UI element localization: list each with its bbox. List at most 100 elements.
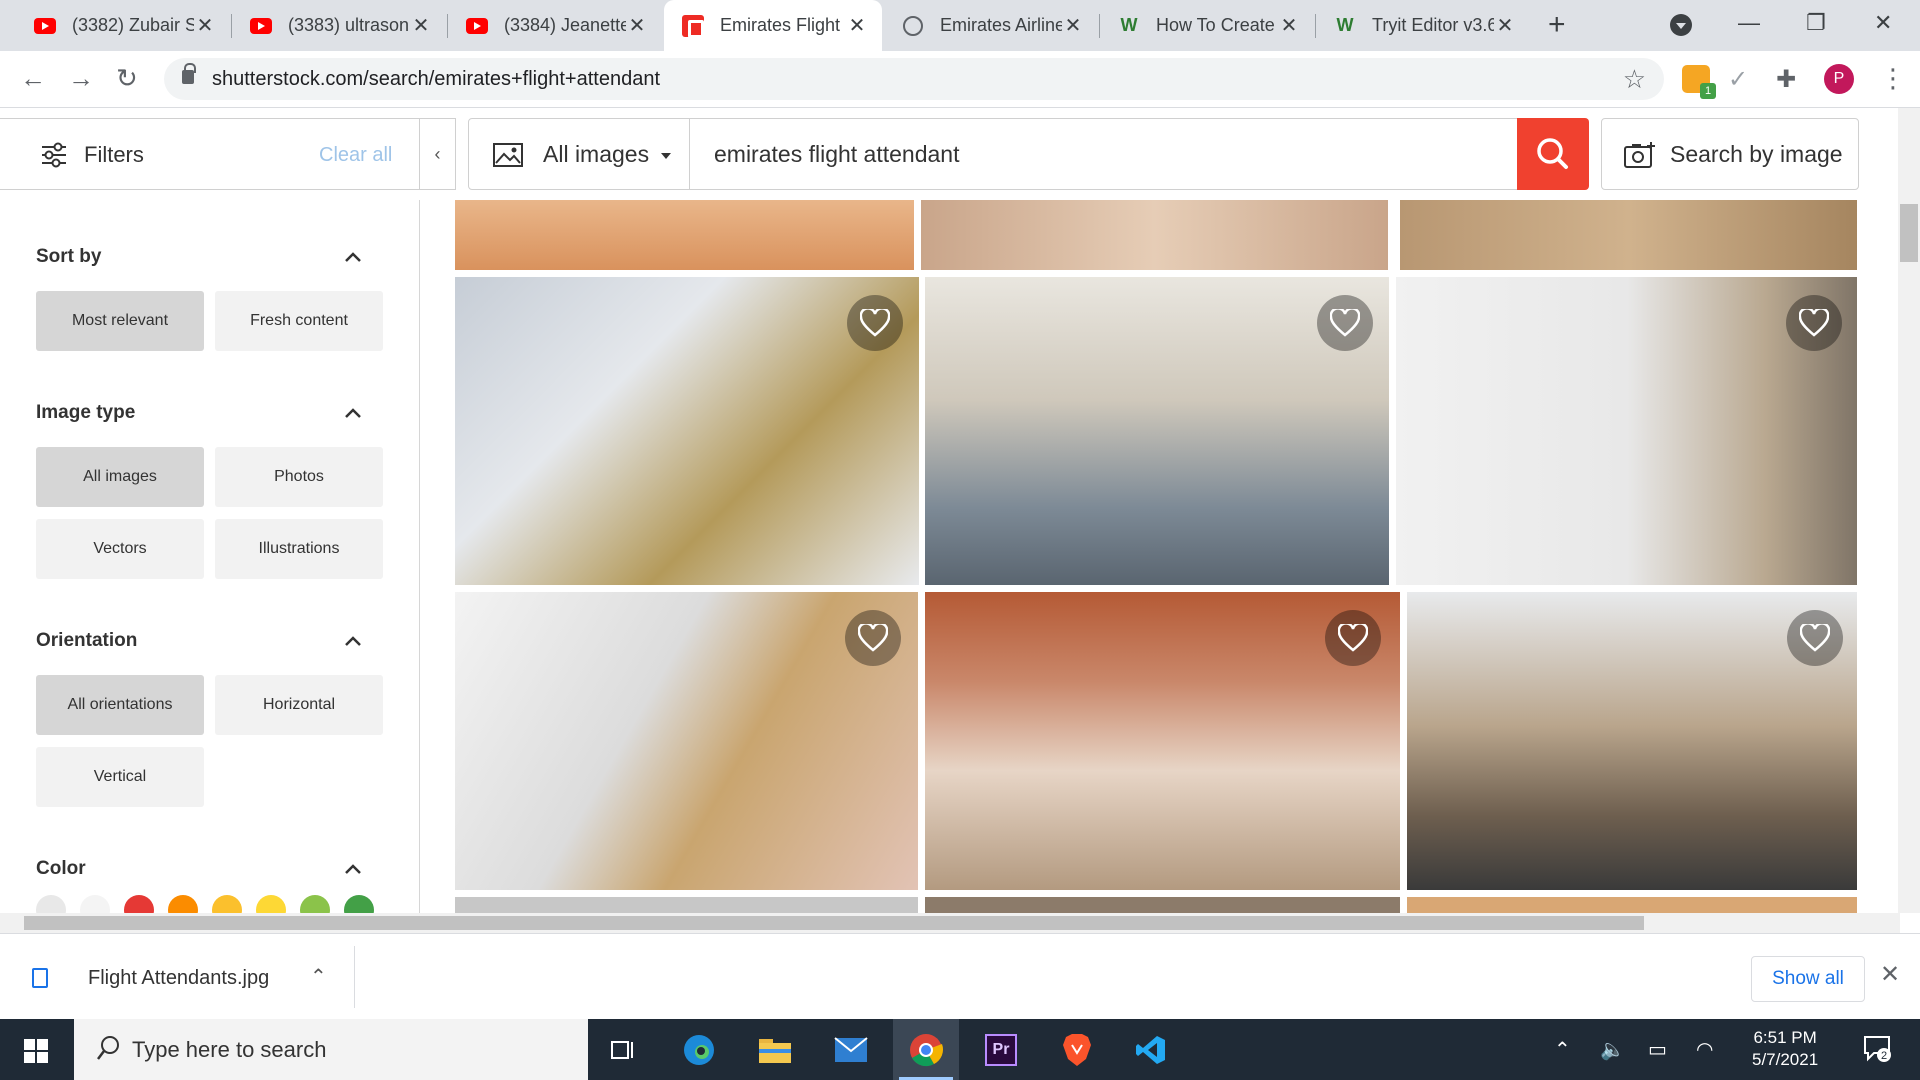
color-swatch[interactable] <box>36 895 66 913</box>
close-icon[interactable]: ✕ <box>626 13 648 38</box>
vscode-icon[interactable] <box>1132 1031 1170 1069</box>
show-all-button[interactable]: Show all <box>1751 956 1865 1002</box>
scrollbar-thumb[interactable] <box>1900 204 1918 262</box>
tab-tryit-editor[interactable]: W Tryit Editor v3.6 ✕ <box>1316 0 1530 51</box>
result-image[interactable] <box>925 897 1400 913</box>
chevron-up-icon[interactable] <box>342 630 364 652</box>
close-icon[interactable]: ✕ <box>1278 13 1300 38</box>
notification-icon[interactable]: 2 <box>1862 1033 1892 1063</box>
horizontal-scrollbar[interactable] <box>0 913 1900 933</box>
close-icon[interactable]: ✕ <box>410 13 432 38</box>
result-image[interactable] <box>455 200 914 270</box>
close-icon[interactable]: ✕ <box>194 13 216 38</box>
sort-most-relevant[interactable]: Most relevant <box>36 291 204 351</box>
system-clock[interactable]: 6:51 PM 5/7/2021 <box>1752 1027 1818 1071</box>
brave-icon[interactable] <box>1058 1031 1096 1069</box>
collapse-sidebar-button[interactable]: ‹ <box>419 119 455 189</box>
scrollbar-thumb[interactable] <box>24 916 1644 930</box>
new-tab-icon[interactable]: + <box>1548 8 1566 42</box>
result-image[interactable] <box>1400 200 1857 270</box>
puzzle-icon[interactable]: ✚ <box>1776 65 1804 93</box>
reload-icon[interactable]: ↻ <box>116 63 138 94</box>
result-image[interactable] <box>455 592 918 890</box>
windows-start-icon[interactable] <box>24 1039 48 1063</box>
download-file-name[interactable]: Flight Attendants.jpg <box>88 967 269 990</box>
result-image[interactable] <box>1407 897 1857 913</box>
search-button[interactable] <box>1517 118 1589 190</box>
wifi-icon[interactable]: ◠ <box>1696 1037 1713 1062</box>
close-icon[interactable]: ✕ <box>1880 960 1900 989</box>
chevron-up-icon[interactable] <box>342 858 364 880</box>
heart-icon[interactable] <box>1786 295 1842 351</box>
close-icon[interactable]: ✕ <box>1062 13 1084 38</box>
chevron-up-icon[interactable]: ⌃ <box>310 964 327 989</box>
type-photos[interactable]: Photos <box>215 447 383 507</box>
task-view-icon[interactable] <box>604 1031 642 1069</box>
tab-youtube-2[interactable]: (3383) ultrason ✕ <box>232 0 446 51</box>
tab-youtube-3[interactable]: (3384) Jeanette ✕ <box>448 0 662 51</box>
type-vectors[interactable]: Vectors <box>36 519 204 579</box>
result-image[interactable] <box>925 277 1389 585</box>
color-swatch[interactable] <box>124 895 154 913</box>
color-swatch[interactable] <box>344 895 374 913</box>
color-swatch[interactable] <box>300 895 330 913</box>
result-image[interactable] <box>921 200 1388 270</box>
checkmark-icon[interactable]: ✓ <box>1728 65 1756 93</box>
filter-sliders-icon[interactable] <box>40 141 68 169</box>
minimize-icon[interactable]: — <box>1738 10 1760 36</box>
clear-all-link[interactable]: Clear all <box>319 144 392 167</box>
color-swatch[interactable] <box>256 895 286 913</box>
bookmark-star-icon[interactable]: ☆ <box>1623 64 1646 95</box>
close-icon[interactable]: ✕ <box>846 13 868 38</box>
orientation-vertical[interactable]: Vertical <box>36 747 204 807</box>
heart-icon[interactable] <box>1317 295 1373 351</box>
search-input[interactable]: emirates flight attendant <box>690 118 1518 190</box>
avatar[interactable]: P <box>1824 64 1854 94</box>
close-icon[interactable]: ✕ <box>1494 13 1516 38</box>
heart-icon[interactable] <box>1787 610 1843 666</box>
chevron-up-icon[interactable]: ⌃ <box>1554 1037 1571 1062</box>
heart-icon[interactable] <box>1325 610 1381 666</box>
orientation-all[interactable]: All orientations <box>36 675 204 735</box>
tab-search-icon[interactable] <box>1670 14 1692 36</box>
forward-icon[interactable]: → <box>68 63 94 94</box>
tab-youtube-1[interactable]: (3382) Zubair S ✕ <box>16 0 230 51</box>
color-swatch[interactable] <box>212 895 242 913</box>
volume-icon[interactable]: 🔈 <box>1600 1037 1625 1062</box>
tab-emirates-flight[interactable]: Emirates Flight ✕ <box>664 0 882 51</box>
more-menu-icon[interactable]: ⋮ <box>1880 63 1906 94</box>
chevron-up-icon[interactable] <box>342 246 364 268</box>
result-image[interactable] <box>1407 592 1857 890</box>
result-image[interactable] <box>925 592 1400 890</box>
search-by-image-button[interactable]: Search by image <box>1601 118 1859 190</box>
result-image[interactable] <box>455 897 918 913</box>
image-type-dropdown[interactable]: All images <box>468 118 690 190</box>
file-explorer-icon[interactable] <box>756 1031 794 1069</box>
color-swatch[interactable] <box>80 895 110 913</box>
battery-icon[interactable]: ▭ <box>1648 1037 1667 1062</box>
restore-icon[interactable]: ❐ <box>1806 10 1826 36</box>
tab-emirates-airline[interactable]: Emirates Airline ✕ <box>884 0 1098 51</box>
tab-how-to-create[interactable]: W How To Create ✕ <box>1100 0 1314 51</box>
color-swatch[interactable] <box>168 895 198 913</box>
type-illustrations[interactable]: Illustrations <box>215 519 383 579</box>
heart-icon[interactable] <box>847 295 903 351</box>
type-all-images[interactable]: All images <box>36 447 204 507</box>
result-image[interactable] <box>1396 277 1857 585</box>
address-bar[interactable]: shutterstock.com/search/emirates+flight+… <box>164 58 1664 100</box>
vertical-scrollbar[interactable] <box>1898 108 1920 913</box>
sort-fresh-content[interactable]: Fresh content <box>215 291 383 351</box>
orientation-horizontal[interactable]: Horizontal <box>215 675 383 735</box>
window-close-icon[interactable]: ✕ <box>1874 10 1892 36</box>
premiere-pro-icon[interactable]: Pr <box>982 1031 1020 1069</box>
extension-icon[interactable]: 1 <box>1682 65 1716 99</box>
chevron-up-icon[interactable] <box>342 402 364 424</box>
back-icon[interactable]: ← <box>20 63 46 94</box>
heart-icon[interactable] <box>845 610 901 666</box>
chrome-icon[interactable] <box>907 1031 945 1069</box>
filters-label[interactable]: Filters <box>84 142 144 168</box>
edge-icon[interactable] <box>680 1031 718 1069</box>
mail-icon[interactable] <box>832 1031 870 1069</box>
result-image[interactable] <box>455 277 919 585</box>
taskbar-search[interactable]: Type here to search <box>74 1019 588 1080</box>
